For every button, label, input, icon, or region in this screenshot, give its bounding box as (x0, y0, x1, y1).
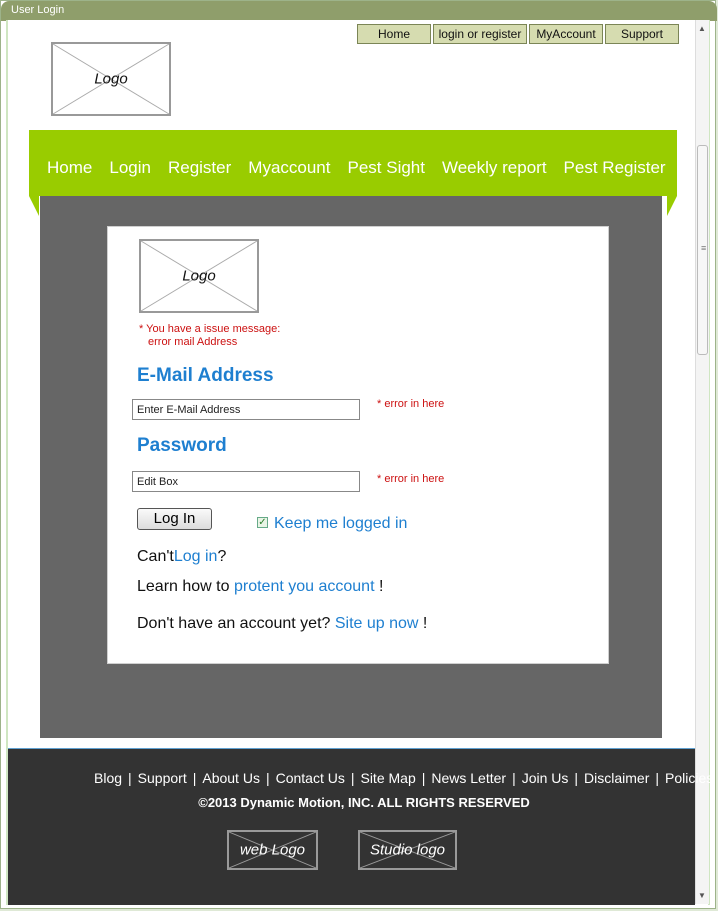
login-button[interactable]: Log In (137, 508, 212, 530)
title-bar: User Login (1, 1, 717, 21)
scroll-up-icon[interactable]: ▲ (698, 24, 706, 33)
top-nav-support[interactable]: Support (605, 24, 679, 44)
copyright: ©2013 Dynamic Motion, INC. ALL RIGHTS RE… (198, 795, 530, 810)
footer-separator: | (574, 770, 579, 786)
email-error: * error in here (377, 398, 445, 410)
signup-line: Don't have an account yet? Site up now ! (137, 615, 427, 633)
main-nav-weekly-report[interactable]: Weekly report (442, 158, 547, 178)
cant-login-line: Can'tLog in? (137, 548, 226, 566)
main-nav-register[interactable]: Register (168, 158, 231, 178)
footer-link-support[interactable]: Support (138, 770, 187, 786)
main-nav-login[interactable]: Login (109, 158, 151, 178)
issue-message: * You have a issue message: (139, 323, 281, 335)
keep-logged-in-checkbox[interactable]: ✓ (257, 517, 268, 528)
ribbon-fold-right (667, 196, 677, 216)
footer-link-about-us[interactable]: About Us (202, 770, 260, 786)
email-label: E-Mail Address (137, 365, 274, 386)
scroll-down-icon[interactable]: ▼ (698, 891, 706, 900)
footer-link-news-letter[interactable]: News Letter (431, 770, 506, 786)
login-logo-label: Logo (182, 267, 216, 285)
window-title: User Login (11, 4, 65, 16)
keep-logged-in-label[interactable]: Keep me logged in (274, 515, 407, 533)
footer: Blog | Support | About Us | Contact Us | Site Ma… (8, 748, 713, 905)
top-nav: Home login or register MyAccount Support (357, 24, 679, 44)
password-error: * error in here (377, 473, 445, 485)
main-nav-pest-sight[interactable]: Pest Sight (347, 158, 425, 178)
protect-account-link[interactable]: protent you account (234, 578, 375, 595)
footer-separator: | (192, 770, 197, 786)
cant-login-prefix: Can't (137, 548, 174, 565)
header-logo-label: Logo (94, 70, 128, 88)
footer-link-blog[interactable]: Blog (94, 770, 122, 786)
main-nav-bar: Home Login Register Myaccount Pest Sight… (29, 130, 677, 216)
learn-prefix: Learn how to (137, 578, 230, 595)
main-nav: Home Login Register Myaccount Pest Sight… (47, 158, 683, 178)
cant-login-suffix: ? (217, 548, 227, 565)
signup-link[interactable]: Site up now (335, 615, 419, 632)
footer-links: Blog | Support | About Us | Contact Us | Site Ma… (94, 770, 713, 786)
footer-separator: | (350, 770, 355, 786)
footer-link-contact-us[interactable]: Contact Us (276, 770, 345, 786)
ribbon-fold-left (29, 196, 39, 216)
signup-suffix: ! (422, 615, 428, 632)
email-input[interactable]: Enter E-Mail Address (132, 399, 360, 420)
main-nav-myaccount[interactable]: Myaccount (248, 158, 330, 178)
footer-separator: | (512, 770, 516, 786)
issue-detail: error mail Address (148, 336, 238, 348)
footer-link-join-us[interactable]: Join Us (522, 770, 569, 786)
top-nav-login-register[interactable]: login or register (433, 24, 527, 44)
cant-login-link[interactable]: Log in (174, 548, 218, 565)
main-nav-pest-register[interactable]: Pest Register (564, 158, 666, 178)
footer-link-site-map[interactable]: Site Map (360, 770, 415, 786)
footer-separator: | (128, 770, 132, 786)
password-label: Password (137, 435, 227, 456)
top-nav-home[interactable]: Home (357, 24, 431, 44)
footer-separator: | (421, 770, 426, 786)
web-logo-label: web Logo (239, 841, 306, 859)
login-logo: Logo (139, 239, 259, 313)
studio-logo-label: Studio logo (369, 841, 446, 859)
password-input[interactable]: Edit Box (132, 471, 360, 492)
footer-link-disclaimer[interactable]: Disclaimer (584, 770, 649, 786)
studio-logo: Studio logo (358, 830, 457, 870)
main-nav-home[interactable]: Home (47, 158, 92, 178)
footer-link-policies[interactable]: Policies (665, 770, 713, 786)
footer-separator: | (655, 770, 660, 786)
footer-separator: | (265, 770, 270, 786)
top-nav-myaccount[interactable]: MyAccount (529, 24, 603, 44)
signup-prefix: Don't have an account yet? (137, 615, 331, 632)
scroll-thumb[interactable]: ≡ (697, 145, 708, 355)
learn-protect-line: Learn how to protent you account ! (137, 578, 383, 596)
web-logo: web Logo (227, 830, 318, 870)
grip-icon: ≡ (701, 243, 707, 253)
header-logo: Logo (51, 42, 171, 116)
learn-suffix: ! (378, 578, 384, 595)
